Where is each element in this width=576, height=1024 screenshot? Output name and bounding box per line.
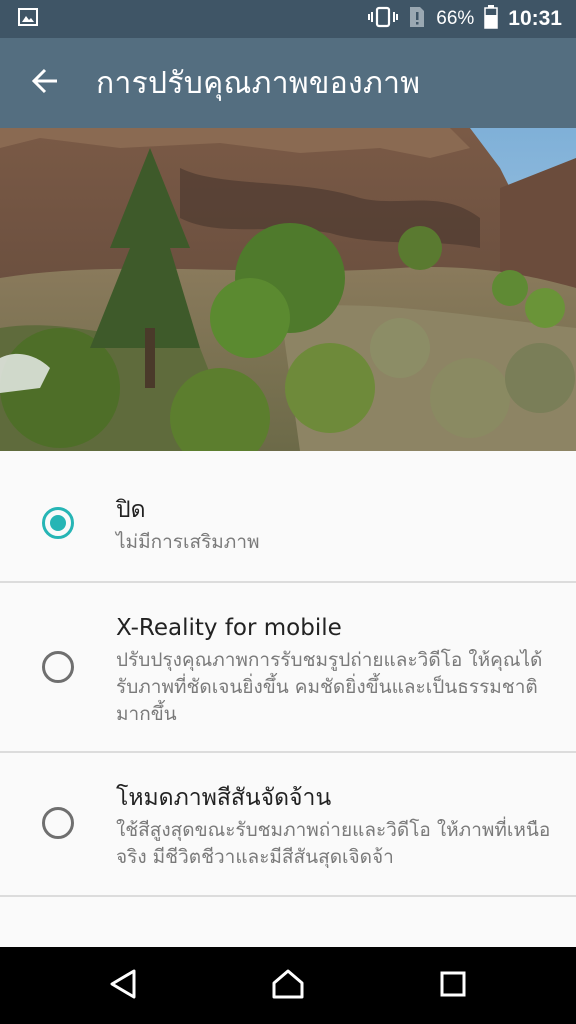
back-button[interactable] <box>0 38 90 128</box>
home-icon <box>271 968 305 1004</box>
nav-recents-button[interactable] <box>423 956 483 1016</box>
page-title: การปรับคุณภาพของภาพ <box>96 65 421 101</box>
radio-unselected[interactable] <box>42 651 74 683</box>
clock: 10:31 <box>508 7 562 30</box>
preview-image <box>0 128 576 451</box>
option-description: ใช้สีสูงสุดขณะรับชมภาพถ่ายและวิดีโอ ให้ภ… <box>116 819 551 868</box>
vibrate-icon <box>368 6 399 32</box>
battery-percent: 66% <box>436 8 475 29</box>
nav-back-button[interactable] <box>93 956 153 1016</box>
app-bar: การปรับคุณภาพของภาพ <box>0 38 576 128</box>
radio-selected[interactable] <box>42 507 74 539</box>
status-bar: 66% 10:31 <box>0 0 576 38</box>
option-description: ไม่มีการเสริมภาพ <box>116 531 260 553</box>
option-title: X-Reality for mobile <box>116 615 342 641</box>
option-description: ปรับปรุงคุณภาพการรับชมรูปถ่ายและวิดีโอ ใ… <box>116 649 543 725</box>
option-title: โหมดภาพสีสันจัดจ้าน <box>116 785 332 811</box>
enhancement-options: ปิด ไม่มีการเสริมภาพ X-Reality for mobil… <box>0 451 576 897</box>
arrow-back-icon <box>31 67 59 99</box>
battery-icon <box>484 5 499 33</box>
image-notification-icon <box>18 8 38 30</box>
back-triangle-icon <box>108 968 138 1004</box>
recents-icon <box>439 970 467 1002</box>
option-off[interactable]: ปิด ไม่มีการเสริมภาพ <box>0 451 576 583</box>
option-vivid-mode[interactable]: โหมดภาพสีสันจัดจ้าน ใช้สีสูงสุดขณะรับชมภ… <box>0 753 576 897</box>
option-title: ปิด <box>116 497 146 523</box>
nav-home-button[interactable] <box>258 956 318 1016</box>
navigation-bar <box>0 947 576 1024</box>
no-sim-icon <box>408 5 426 33</box>
option-x-reality[interactable]: X-Reality for mobile ปรับปรุงคุณภาพการรั… <box>0 583 576 753</box>
radio-unselected[interactable] <box>42 807 74 839</box>
